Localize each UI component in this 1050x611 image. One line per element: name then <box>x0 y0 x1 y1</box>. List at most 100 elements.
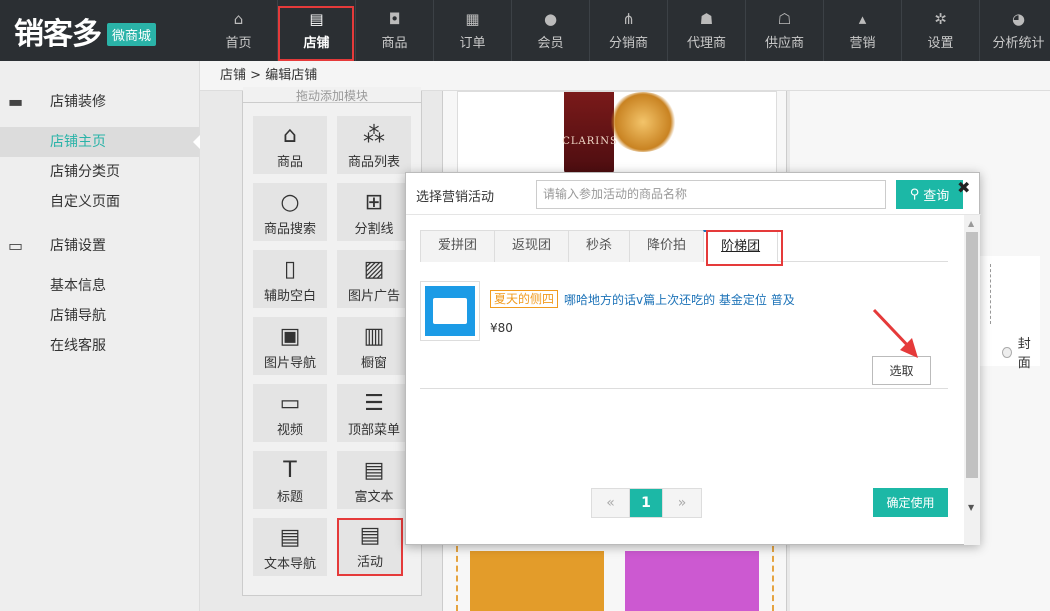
breadcrumb-current: 编辑店铺 <box>265 68 318 83</box>
tab-group-buy[interactable]: 爱拼团 <box>420 230 496 262</box>
widget-label: 图片广告 <box>347 289 400 304</box>
sidebar-group-decoration[interactable]: ▬ 店铺装修 <box>0 85 199 117</box>
nav-item-settings[interactable]: ✲ 设置 <box>902 0 980 61</box>
nav-item-products[interactable]: ◘ 商品 <box>356 0 434 61</box>
nav-label: 首页 <box>225 36 252 51</box>
confirm-use-button[interactable]: 确定使用 <box>873 488 948 517</box>
nav-label: 营销 <box>849 36 876 51</box>
widget-label: 活动 <box>356 555 383 570</box>
cover-radio[interactable]: 封面 <box>1002 333 1040 371</box>
widget-image-ad[interactable]: ▨ 图片广告 <box>337 250 411 308</box>
nav-item-analytics[interactable]: ◕ 分析统计 <box>980 0 1050 61</box>
radio-circle[interactable] <box>1002 346 1012 358</box>
dashed-divider <box>990 264 991 324</box>
nav-item-agents[interactable]: ☗ 代理商 <box>668 0 746 61</box>
pie-icon: ◕ <box>1011 10 1026 28</box>
user-icon: ● <box>543 10 558 28</box>
sidebar-item-basic-info[interactable]: 基本信息 <box>0 271 199 301</box>
gear-icon: ✲ <box>934 10 947 28</box>
image-placeholder-purple[interactable] <box>625 551 759 611</box>
widget-product-list[interactable]: ⁂ 商品列表 <box>337 116 411 174</box>
sidebar-group-settings[interactable]: ▭ 店铺设置 <box>0 229 199 261</box>
widget-product-search[interactable]: ○ 商品搜索 <box>253 183 327 241</box>
activity-tabs: 爱拼团 返现团 秒杀 降价拍 阶梯团 <box>420 230 948 266</box>
divider-icon: ⊞ <box>364 190 384 215</box>
search-button-label: 查询 <box>923 189 950 204</box>
breadcrumb-root[interactable]: 店铺 <box>220 68 246 83</box>
sidebar: ▬ 店铺装修 店铺主页 店铺分类页 自定义页面 ▭ 店铺设置 基本信息 店铺导航… <box>0 61 200 611</box>
close-icon[interactable]: ✖ <box>957 178 970 197</box>
widget-image-nav[interactable]: ▣ 图片导航 <box>253 317 327 375</box>
tab-cashback[interactable]: 返现团 <box>494 230 570 262</box>
widget-text-nav[interactable]: ▤ 文本导航 <box>253 518 327 576</box>
widget-label: 顶部菜单 <box>347 423 400 438</box>
logo[interactable]: 销客多 微商城 <box>0 0 200 61</box>
scroll-down-icon[interactable]: ▼ <box>968 503 974 512</box>
annotation-arrow-icon <box>872 308 918 358</box>
widget-video[interactable]: ▭ 视频 <box>253 384 327 442</box>
chart-icon: ▴ <box>858 10 867 28</box>
tab-tiered-group[interactable]: 阶梯团 <box>703 230 784 266</box>
nav-item-store[interactable]: ▤ 店铺 <box>278 0 356 61</box>
modal-header: 选择营销活动 请输入参加活动的商品名称 ⚲ 查询 ✖ <box>406 173 981 215</box>
sidebar-item-store-nav[interactable]: 店铺导航 <box>0 301 199 331</box>
search-button[interactable]: ⚲ 查询 <box>896 180 963 209</box>
product-name-link[interactable]: 哪哈地方的话v篇上次还吃的 基金定位 普及 <box>564 291 795 308</box>
sidebar-item-custom-page[interactable]: 自定义页面 <box>0 187 199 217</box>
page-1-button[interactable]: 1 <box>630 489 663 517</box>
nav-label: 供应商 <box>764 36 804 51</box>
search-input[interactable]: 请输入参加活动的商品名称 <box>536 180 886 209</box>
top-navbar: 销客多 微商城 ⌂ 首页 ▤ 店铺 ◘ 商品 ▦ 订单 ● 会员 ⋔ 分销商 ☗ 代理商 ☖ 供… <box>0 0 1050 61</box>
widget-showcase[interactable]: ▥ 橱窗 <box>337 317 411 375</box>
sidebar-item-category-page[interactable]: 店铺分类页 <box>0 157 199 187</box>
prev-page-button[interactable]: « <box>592 489 630 517</box>
nav-label: 代理商 <box>686 36 726 51</box>
nav-label: 分销商 <box>608 36 648 51</box>
brand-label: CLARINS <box>562 136 618 147</box>
widget-rich-text[interactable]: ▤ 富文本 <box>337 451 411 509</box>
widget-label: 分割线 <box>354 222 394 237</box>
modal-scrollbar[interactable]: ▲ ▼ <box>964 215 980 545</box>
widget-activity[interactable]: ▤ 活动 <box>337 518 403 576</box>
scroll-up-icon[interactable]: ▲ <box>968 219 974 228</box>
widget-label: 商品列表 <box>347 155 400 170</box>
nav-item-orders[interactable]: ▦ 订单 <box>434 0 512 61</box>
next-page-button[interactable]: » <box>663 489 701 517</box>
widget-label: 辅助空白 <box>263 289 316 304</box>
agent-icon: ☗ <box>699 10 714 28</box>
nav-label: 商品 <box>381 36 408 51</box>
nav-item-members[interactable]: ● 会员 <box>512 0 590 61</box>
widget-divider[interactable]: ⊞ 分割线 <box>337 183 411 241</box>
title-icon: T <box>283 458 297 483</box>
activity-tag: 夏天的侧四 <box>490 290 559 308</box>
bottle-image <box>564 92 614 174</box>
brush-icon: ▬ <box>8 91 24 111</box>
image-placeholder-orange[interactable] <box>470 551 604 611</box>
store-icon: ▤ <box>309 10 324 28</box>
widget-panel-title: 拖动添加模块 <box>243 87 421 103</box>
sidebar-item-online-service[interactable]: 在线客服 <box>0 331 199 361</box>
bag-icon: ⌂ <box>283 123 297 148</box>
widget-title[interactable]: T 标题 <box>253 451 327 509</box>
text-nav-icon: ▤ <box>279 525 301 550</box>
widget-label: 橱窗 <box>360 356 387 371</box>
widget-panel: 拖动添加模块 ⌂ 商品 ⁂ 商品列表 ○ 商品搜索 ⊞ 分割线 ▯ 辅助空白 ▨ 图片广告 … <box>242 87 422 596</box>
search-icon: ○ <box>280 190 300 215</box>
widget-product[interactable]: ⌂ 商品 <box>253 116 327 174</box>
widget-label: 商品搜索 <box>263 222 316 237</box>
nav-item-distributors[interactable]: ⋔ 分销商 <box>590 0 668 61</box>
sidebar-item-home-page[interactable]: 店铺主页 <box>0 127 200 157</box>
image-icon: ▨ <box>363 257 385 282</box>
nav-label: 店铺 <box>303 36 330 51</box>
tab-price-drop[interactable]: 降价拍 <box>629 230 705 262</box>
widget-top-menu[interactable]: ☰ 顶部菜单 <box>337 384 411 442</box>
tab-flash-sale[interactable]: 秒杀 <box>568 230 631 262</box>
search-icon: ⚲ <box>909 187 920 202</box>
nav-label: 分析统计 <box>992 36 1045 51</box>
nav-item-suppliers[interactable]: ☖ 供应商 <box>746 0 824 61</box>
nav-item-marketing[interactable]: ▴ 营销 <box>824 0 902 61</box>
radio-label: 封面 <box>1017 337 1031 371</box>
nav-item-home[interactable]: ⌂ 首页 <box>200 0 278 61</box>
widget-spacer[interactable]: ▯ 辅助空白 <box>253 250 327 308</box>
scrollbar-thumb[interactable] <box>966 232 978 478</box>
